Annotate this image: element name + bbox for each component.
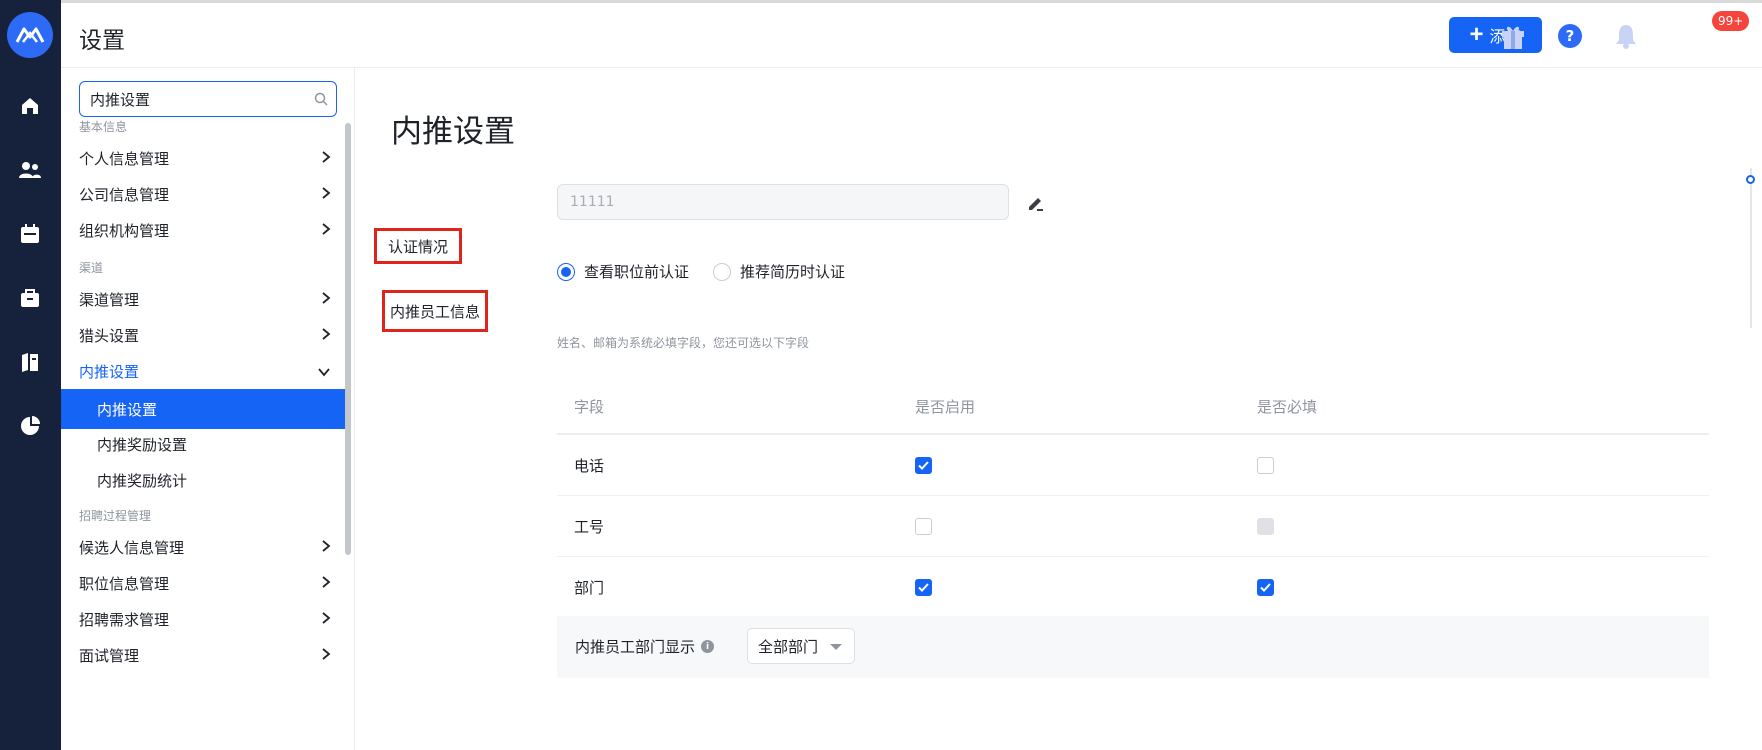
menu-item-label: 内推奖励设置 xyxy=(97,435,188,454)
home-icon[interactable] xyxy=(16,92,44,120)
menu-item-label: 内推设置 xyxy=(97,400,158,419)
menu-item-label: 招聘需求管理 xyxy=(79,610,170,629)
svg-text:?: ? xyxy=(1566,27,1575,45)
submenu-item-referral-rewards[interactable]: 内推奖励设置 xyxy=(61,424,345,464)
menu-item-label: 面试管理 xyxy=(79,646,140,665)
submenu-item-referral-stats[interactable]: 内推奖励统计 xyxy=(61,460,345,500)
menu-item-label: 公司信息管理 xyxy=(79,185,170,204)
table-row: 工号 xyxy=(557,496,1709,557)
main-content: 内推设置 11111 认证情况 查看职位前认证 推荐简历时认证 内推员工信息 姓… xyxy=(355,68,1762,750)
menu-item-label: 组织机构管理 xyxy=(79,221,170,240)
enabled-checkbox-checked[interactable] xyxy=(915,578,932,596)
pie-chart-icon[interactable] xyxy=(16,412,44,440)
required-checkbox-disabled xyxy=(1257,517,1274,535)
dept-display-label-wrap: 内推员工部门显示 i xyxy=(575,636,715,657)
radio-unchecked-icon[interactable] xyxy=(713,262,732,281)
app-rail xyxy=(0,0,61,750)
col-header-field: 字段 xyxy=(574,397,605,416)
plus-icon: + xyxy=(1469,21,1484,48)
section-title: 渠道 xyxy=(79,261,104,275)
row-field-name: 部门 xyxy=(574,578,605,597)
chevron-right-icon xyxy=(321,611,331,629)
chevron-down-icon xyxy=(317,363,331,381)
table-row: 电话 xyxy=(557,435,1709,496)
menu-item-positions[interactable]: 职位信息管理 xyxy=(61,563,345,603)
app-logo[interactable] xyxy=(7,12,53,58)
menu-item-channels[interactable]: 渠道管理 xyxy=(61,279,345,319)
field-hint: 姓名、邮箱为系统必填字段，您还可选以下字段 xyxy=(557,336,810,350)
info-icon[interactable]: i xyxy=(701,640,715,653)
notification-badge: 99+ xyxy=(1712,11,1750,31)
briefcase-icon[interactable] xyxy=(16,284,44,312)
chevron-right-icon xyxy=(321,647,331,665)
caret-down-icon xyxy=(830,644,842,650)
anchor-track xyxy=(1750,168,1752,328)
menu-item-personal-info[interactable]: 个人信息管理 xyxy=(61,138,345,178)
radio-option-on-recommend[interactable]: 推荐简历时认证 xyxy=(713,261,845,282)
col-header-enabled: 是否启用 xyxy=(915,397,976,416)
book-icon[interactable] xyxy=(16,348,44,376)
menu-item-label: 个人信息管理 xyxy=(79,149,170,168)
employee-info-label: 内推员工信息 xyxy=(382,290,488,332)
anchor-dot-icon[interactable] xyxy=(1746,175,1755,184)
chevron-right-icon xyxy=(321,186,331,204)
menu-item-interviews[interactable]: 面试管理 xyxy=(61,635,345,675)
search-input[interactable] xyxy=(90,90,300,108)
required-checkbox-checked[interactable] xyxy=(1257,578,1274,596)
chevron-right-icon xyxy=(321,150,331,168)
menu-item-label: 职位信息管理 xyxy=(79,574,170,593)
menu-item-label: 猎头设置 xyxy=(79,326,140,345)
dept-display-row: 内推员工部门显示 i 全部部门 xyxy=(557,616,1709,678)
menu-item-label: 内推设置 xyxy=(79,362,140,381)
dept-display-label: 内推员工部门显示 xyxy=(575,638,696,656)
sidebar-scrollbar[interactable] xyxy=(345,123,351,555)
row-field-name: 电话 xyxy=(574,456,605,475)
row-field-name: 工号 xyxy=(574,517,605,536)
menu-item-referral[interactable]: 内推设置 xyxy=(61,351,345,391)
top-header: 设置 + 添加 ? 99+ xyxy=(61,0,1762,68)
page-header-title: 设置 xyxy=(79,28,125,54)
chevron-right-icon xyxy=(321,575,331,593)
chevron-right-icon xyxy=(321,539,331,557)
sidebar-search[interactable] xyxy=(79,81,337,117)
users-icon[interactable] xyxy=(16,156,44,184)
section-title: 招聘过程管理 xyxy=(79,509,152,523)
program-name-field[interactable]: 11111 xyxy=(557,184,1009,220)
auth-radio-group: 查看职位前认证 推荐简历时认证 xyxy=(557,261,869,282)
col-header-required: 是否必填 xyxy=(1257,397,1318,416)
section-title: 基本信息 xyxy=(79,120,128,134)
calendar-icon[interactable] xyxy=(16,220,44,248)
chevron-right-icon xyxy=(321,291,331,309)
radio-option-before-view[interactable]: 查看职位前认证 xyxy=(557,261,689,282)
gift-icon[interactable] xyxy=(1498,21,1528,51)
menu-item-org-structure[interactable]: 组织机构管理 xyxy=(61,210,345,250)
edit-icon[interactable] xyxy=(1025,192,1047,214)
menu-item-company-info[interactable]: 公司信息管理 xyxy=(61,174,345,214)
menu-item-label: 候选人信息管理 xyxy=(79,538,185,557)
help-icon[interactable]: ? xyxy=(1555,21,1585,51)
radio-label: 查看职位前认证 xyxy=(584,263,690,281)
menu-item-requisitions[interactable]: 招聘需求管理 xyxy=(61,599,345,639)
settings-sidebar: 基本信息 个人信息管理 公司信息管理 组织机构管理 渠道 渠道管理 猎头设置 内… xyxy=(61,68,355,750)
bell-icon[interactable] xyxy=(1611,21,1641,51)
page-title: 内推设置 xyxy=(391,114,515,150)
required-checkbox[interactable] xyxy=(1257,456,1274,474)
chevron-right-icon xyxy=(321,222,331,240)
search-icon[interactable] xyxy=(314,91,328,110)
enabled-checkbox[interactable] xyxy=(915,517,932,535)
menu-item-candidates[interactable]: 候选人信息管理 xyxy=(61,527,345,567)
menu-item-label: 内推奖励统计 xyxy=(97,471,188,490)
chevron-right-icon xyxy=(321,327,331,345)
enabled-checkbox-checked[interactable] xyxy=(915,456,932,474)
add-button[interactable]: + 添加 xyxy=(1449,17,1542,53)
radio-label: 推荐简历时认证 xyxy=(740,263,846,281)
submenu-item-referral-settings[interactable]: 内推设置 xyxy=(61,389,345,429)
dept-display-select[interactable]: 全部部门 xyxy=(747,628,855,664)
menu-item-headhunter[interactable]: 猎头设置 xyxy=(61,315,345,355)
menu-item-label: 渠道管理 xyxy=(79,290,140,309)
auth-label: 认证情况 xyxy=(374,228,462,264)
radio-checked-icon[interactable] xyxy=(557,262,575,281)
select-value: 全部部门 xyxy=(758,637,819,656)
table-row: 部门 xyxy=(557,557,1709,618)
